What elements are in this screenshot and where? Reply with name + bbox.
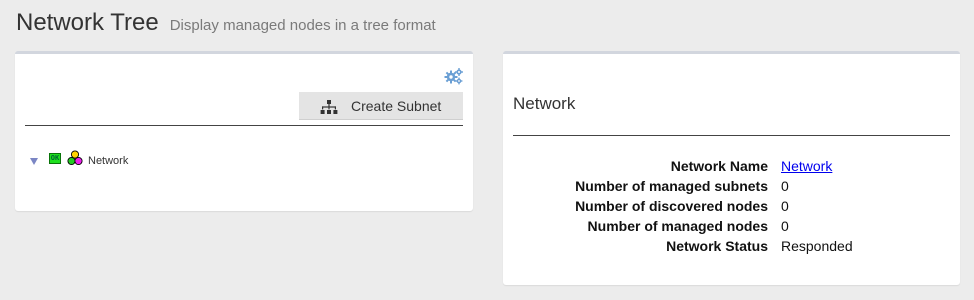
tree-node-label[interactable]: Network [88,155,128,167]
divider [25,125,463,126]
detail-value: 0 [781,198,789,214]
network-tree-panel: Create Subnet OK Network [15,51,473,211]
page-header: Network Tree Display managed nodes in a … [16,9,436,39]
detail-separator: : [762,238,766,254]
sitemap-icon [320,100,338,114]
create-subnet-label: Create Subnet [351,98,442,114]
detail-value: 0 [781,178,789,194]
detail-key: Number of managed subnets [575,178,768,194]
detail-key: Number of discovered nodes [575,198,768,214]
detail-separator: : [762,218,766,234]
ok-status-icon: OK [49,152,61,164]
detail-row-managed-nodes: Number of managed nodes : 0 [503,218,960,238]
create-subnet-button[interactable]: Create Subnet [299,92,463,120]
network-name-link[interactable]: Network [781,158,832,174]
page-subtitle: Display managed nodes in a tree format [169,17,436,34]
detail-row-managed-subnets: Number of managed subnets : 0 [503,178,960,198]
divider [513,135,950,136]
detail-value: Responded [781,238,853,254]
detail-key: Number of managed nodes [587,218,768,234]
page-title: Network Tree [16,9,159,36]
detail-key: Network Status [666,238,768,254]
detail-separator: : [762,198,766,214]
detail-row-network-name: Network Name : Network [503,158,960,178]
expand-triangle-icon[interactable] [29,153,39,165]
gears-icon[interactable] [444,67,464,85]
details-title: Network [513,94,576,113]
tree-node-network[interactable]: OK Network [29,148,128,168]
detail-separator: : [762,178,766,194]
detail-key: Network Name [670,158,768,174]
detail-value: 0 [781,218,789,234]
detail-row-discovered-nodes: Number of discovered nodes : 0 [503,198,960,218]
detail-row-network-status: Network Status : Responded [503,238,960,258]
network-details-panel: Network Network Name : Network Number of… [503,51,960,285]
network-circles-icon [67,150,83,166]
detail-separator: : [762,158,766,174]
